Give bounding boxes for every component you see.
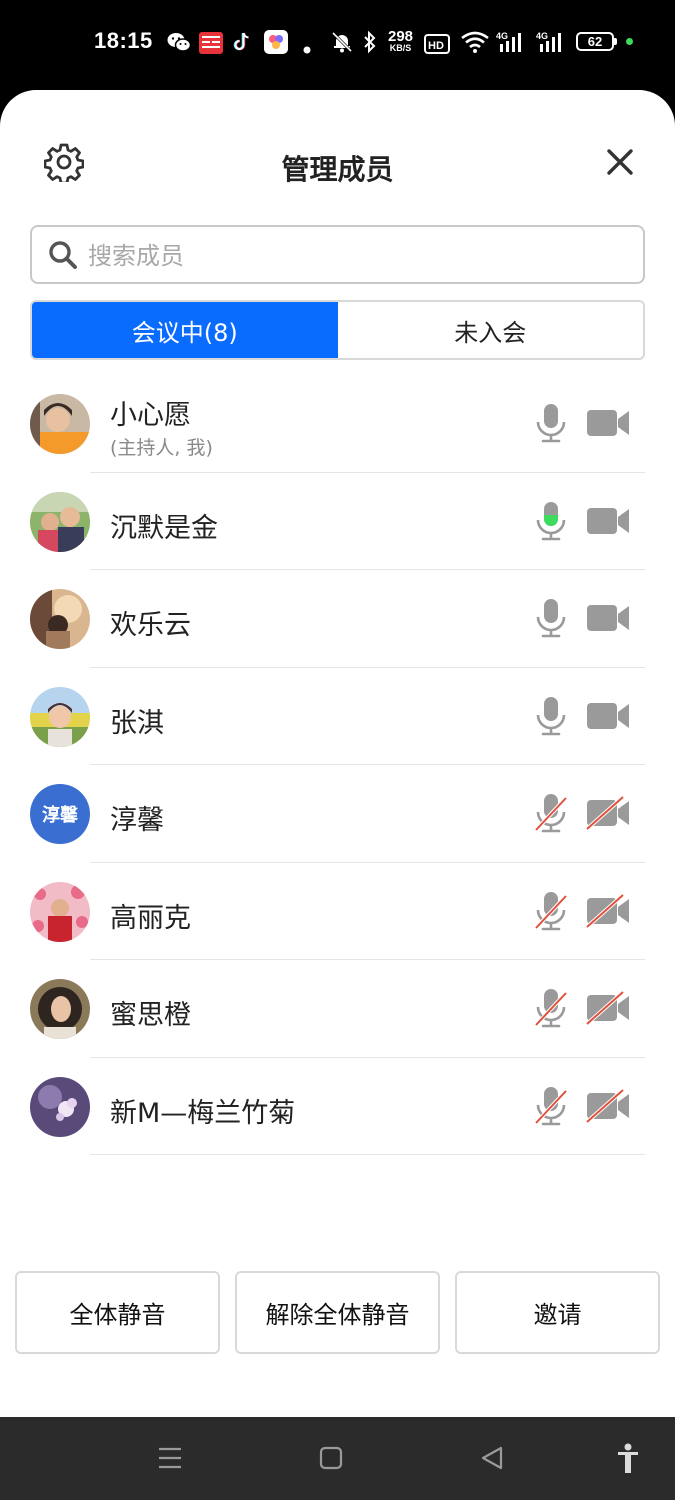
microphone-icon[interactable]: [534, 597, 568, 639]
member-list: 小心愿 (主持人, 我) 沉默是金 欢乐云 张淇 淳馨 淳馨 高丽克 蜜思橙 新…: [0, 375, 675, 1155]
unmute-all-button[interactable]: 解除全体静音: [235, 1271, 440, 1354]
charging-dot: [626, 38, 633, 45]
list-item[interactable]: 新M—梅兰竹菊: [0, 1058, 675, 1156]
search-box[interactable]: [30, 225, 645, 284]
system-nav-bar: [0, 1417, 675, 1500]
net-speed: 298 KB/S: [388, 28, 414, 53]
status-time: 18:15: [94, 28, 153, 53]
list-item[interactable]: 小心愿 (主持人, 我): [0, 375, 675, 473]
close-icon[interactable]: [604, 146, 636, 178]
avatar: [30, 1076, 90, 1137]
tab-in-meeting[interactable]: 会议中(8): [32, 302, 338, 358]
app-icon: [264, 30, 288, 54]
member-name: 蜜思橙: [110, 1000, 191, 1031]
action-bar: 全体静音 解除全体静音 邀请: [0, 1271, 675, 1355]
accessibility-icon[interactable]: [616, 1443, 640, 1475]
list-item[interactable]: 张淇: [0, 668, 675, 766]
camera-off-icon[interactable]: [585, 991, 631, 1025]
battery-icon: 62: [576, 32, 617, 51]
microphone-icon[interactable]: [534, 402, 568, 444]
svg-text:4G: 4G: [536, 31, 548, 41]
page-title: 管理成员: [281, 153, 394, 186]
wechat-icon: [167, 33, 191, 52]
microphone-muted-icon[interactable]: [534, 792, 568, 834]
camera-icon[interactable]: [585, 699, 631, 733]
member-name: 高丽克: [110, 902, 191, 934]
mute-all-button[interactable]: 全体静音: [15, 1271, 220, 1354]
hd-icon: HD: [424, 34, 450, 54]
member-name: 沉默是金: [110, 512, 218, 544]
avatar: [30, 491, 90, 552]
signal-4g-icon: 4G: [536, 31, 561, 52]
avatar: [30, 394, 90, 454]
camera-icon[interactable]: [585, 406, 631, 440]
member-tabs: 会议中(8) 未入会: [30, 300, 645, 360]
status-bar: 18:15 298 KB/S HD 4G 4G 62: [0, 0, 675, 90]
list-item[interactable]: 淳馨 淳馨: [0, 765, 675, 863]
camera-off-icon[interactable]: [585, 893, 631, 928]
avatar: 淳馨: [30, 784, 90, 844]
manage-members-sheet: 管理成员 会议中(8) 未入会 小心愿 (主持人, 我): [0, 90, 675, 1417]
camera-off-icon[interactable]: [585, 796, 631, 830]
back-icon[interactable]: [480, 1445, 504, 1471]
member-name: 小心愿: [110, 400, 191, 431]
avatar: [30, 589, 90, 649]
member-role: (主持人, 我): [110, 437, 213, 459]
camera-off-icon[interactable]: [585, 1088, 631, 1123]
camera-icon[interactable]: [585, 601, 631, 635]
bluetooth-icon: [364, 30, 376, 54]
microphone-icon[interactable]: [534, 695, 568, 737]
microphone-muted-icon[interactable]: [534, 890, 568, 932]
member-name: 淳馨: [110, 805, 164, 836]
signal-4g-icon: 4G: [496, 31, 521, 52]
avatar: [30, 686, 90, 747]
member-name: 欢乐云: [110, 610, 191, 641]
list-item[interactable]: 欢乐云: [0, 570, 675, 668]
svg-text:HD: HD: [428, 40, 444, 52]
menu-icon[interactable]: [158, 1445, 182, 1471]
mute-bell-icon: [331, 31, 353, 53]
member-name: 张淇: [110, 707, 164, 739]
microphone-speaking-icon[interactable]: [534, 500, 568, 542]
avatar: [30, 881, 90, 942]
toutiao-icon: [199, 32, 223, 54]
invite-button[interactable]: 邀请: [455, 1271, 660, 1354]
list-item[interactable]: 高丽克: [0, 863, 675, 961]
wifi-icon: [461, 31, 489, 53]
avatar: [30, 979, 90, 1039]
member-name: 新M—梅兰竹菊: [110, 1097, 296, 1129]
svg-text:4G: 4G: [496, 31, 508, 41]
list-item[interactable]: 蜜思橙: [0, 960, 675, 1058]
tiktok-icon: [233, 32, 249, 51]
tab-not-joined[interactable]: 未入会: [338, 302, 644, 358]
microphone-muted-icon[interactable]: [534, 987, 568, 1029]
search-input[interactable]: [86, 235, 630, 277]
camera-icon[interactable]: [585, 504, 631, 538]
dot-icon: [303, 46, 311, 54]
search-icon: [49, 241, 77, 269]
list-item[interactable]: 沉默是金: [0, 473, 675, 571]
home-icon[interactable]: [319, 1445, 343, 1471]
microphone-muted-icon[interactable]: [534, 1085, 568, 1127]
